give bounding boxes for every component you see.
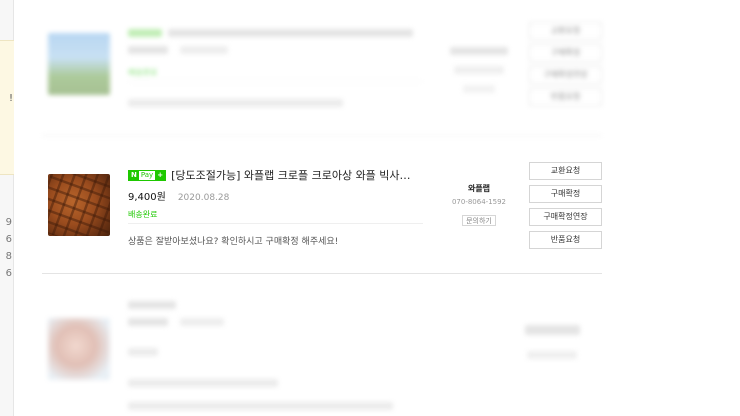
seller-name[interactable] [525, 325, 580, 335]
order-actions [525, 320, 603, 363]
product-thumbnail[interactable] [48, 33, 110, 95]
return-request-button[interactable]: 반품요청 [529, 231, 602, 249]
npay-badge [128, 29, 162, 37]
divider [128, 223, 423, 224]
product-thumbnail[interactable] [48, 174, 110, 236]
exchange-request-button[interactable]: 교환요청 [529, 162, 602, 180]
delivery-status [128, 348, 158, 356]
npay-badge: N Pay + [128, 169, 167, 181]
order-actions: 교환요청 구매확정 구매확정연장 반품요청 [529, 22, 603, 110]
order-info: 배송완료 [128, 26, 428, 111]
order-date: 2020.08.28 [177, 193, 230, 203]
seller-info [440, 40, 518, 97]
order-info [128, 298, 428, 414]
seller-phone: 070-8064-1592 [451, 198, 507, 206]
purchase-confirm-extend-button[interactable]: 구매확정연장 [529, 208, 602, 226]
order-date [180, 46, 228, 54]
order-message: 상품은 잘받아보셨나요? 확인하시고 구매확정 해주세요! [128, 237, 339, 247]
order-date [180, 318, 224, 326]
croffle-image [48, 174, 110, 236]
purchase-confirm-button[interactable]: 구매확정 [529, 185, 602, 203]
seller-info: 와플랩 070-8064-1592 문의하기 [440, 183, 518, 227]
inquiry-button[interactable]: 문의하기 [462, 215, 496, 226]
order-message-line [128, 402, 393, 410]
npay-n: N [129, 170, 139, 180]
side-count: 9 [5, 217, 12, 228]
notice-box: ! [0, 40, 14, 175]
product-title[interactable]: [당도조절가능] 와플랩 크로플 크로아상 와플 빅사… [171, 167, 410, 183]
npay-pay: Pay [140, 170, 154, 179]
purchase-confirm-extend-button[interactable]: 구매확정연장 [529, 66, 602, 84]
purchase-confirm-button[interactable]: 구매확정 [529, 44, 602, 62]
seller-name[interactable]: 와플랩 [440, 183, 518, 194]
seller-phone [527, 351, 577, 359]
delivery-status: 배송완료 [128, 210, 158, 219]
delivery-status: 배송완료 [128, 68, 158, 77]
left-side-panel: ! 9 6 8 6 [0, 0, 14, 416]
npay-plus: + [155, 170, 166, 180]
order-message [128, 379, 278, 387]
order-item: N Pay + [당도조절가능] 와플랩 크로플 크로아상 와플 빅사… 9,4… [42, 136, 602, 274]
price [128, 46, 168, 54]
side-count: 6 [5, 268, 12, 279]
side-count: 8 [5, 251, 12, 262]
price: 9,400원 [128, 192, 166, 203]
return-request-button[interactable]: 반품요청 [529, 88, 602, 106]
order-history-page: ! 9 6 8 6 배송완료 교환요청 구매확정 구매확정연장 반품요청 N P… [0, 0, 740, 416]
price [128, 318, 168, 326]
product-title[interactable] [128, 301, 176, 309]
order-item-blurred [42, 274, 602, 416]
side-count: 6 [5, 234, 12, 245]
order-message [128, 99, 343, 107]
product-thumbnail[interactable] [48, 318, 110, 380]
seller-phone [454, 66, 504, 74]
order-info: N Pay + [당도조절가능] 와플랩 크로플 크로아상 와플 빅사… 9,4… [128, 168, 428, 247]
seller-name[interactable] [450, 47, 508, 55]
product-title[interactable] [168, 29, 413, 37]
exchange-request-button[interactable]: 교환요청 [529, 22, 602, 40]
divider [128, 81, 423, 82]
order-actions: 교환요청 구매확정 구매확정연장 반품요청 [529, 162, 603, 254]
inquiry-button[interactable] [463, 85, 495, 93]
order-item-blurred: 배송완료 교환요청 구매확정 구매확정연장 반품요청 [42, 14, 602, 136]
notice-mark: ! [8, 93, 13, 104]
side-counts: 9 6 8 6 [0, 214, 14, 282]
